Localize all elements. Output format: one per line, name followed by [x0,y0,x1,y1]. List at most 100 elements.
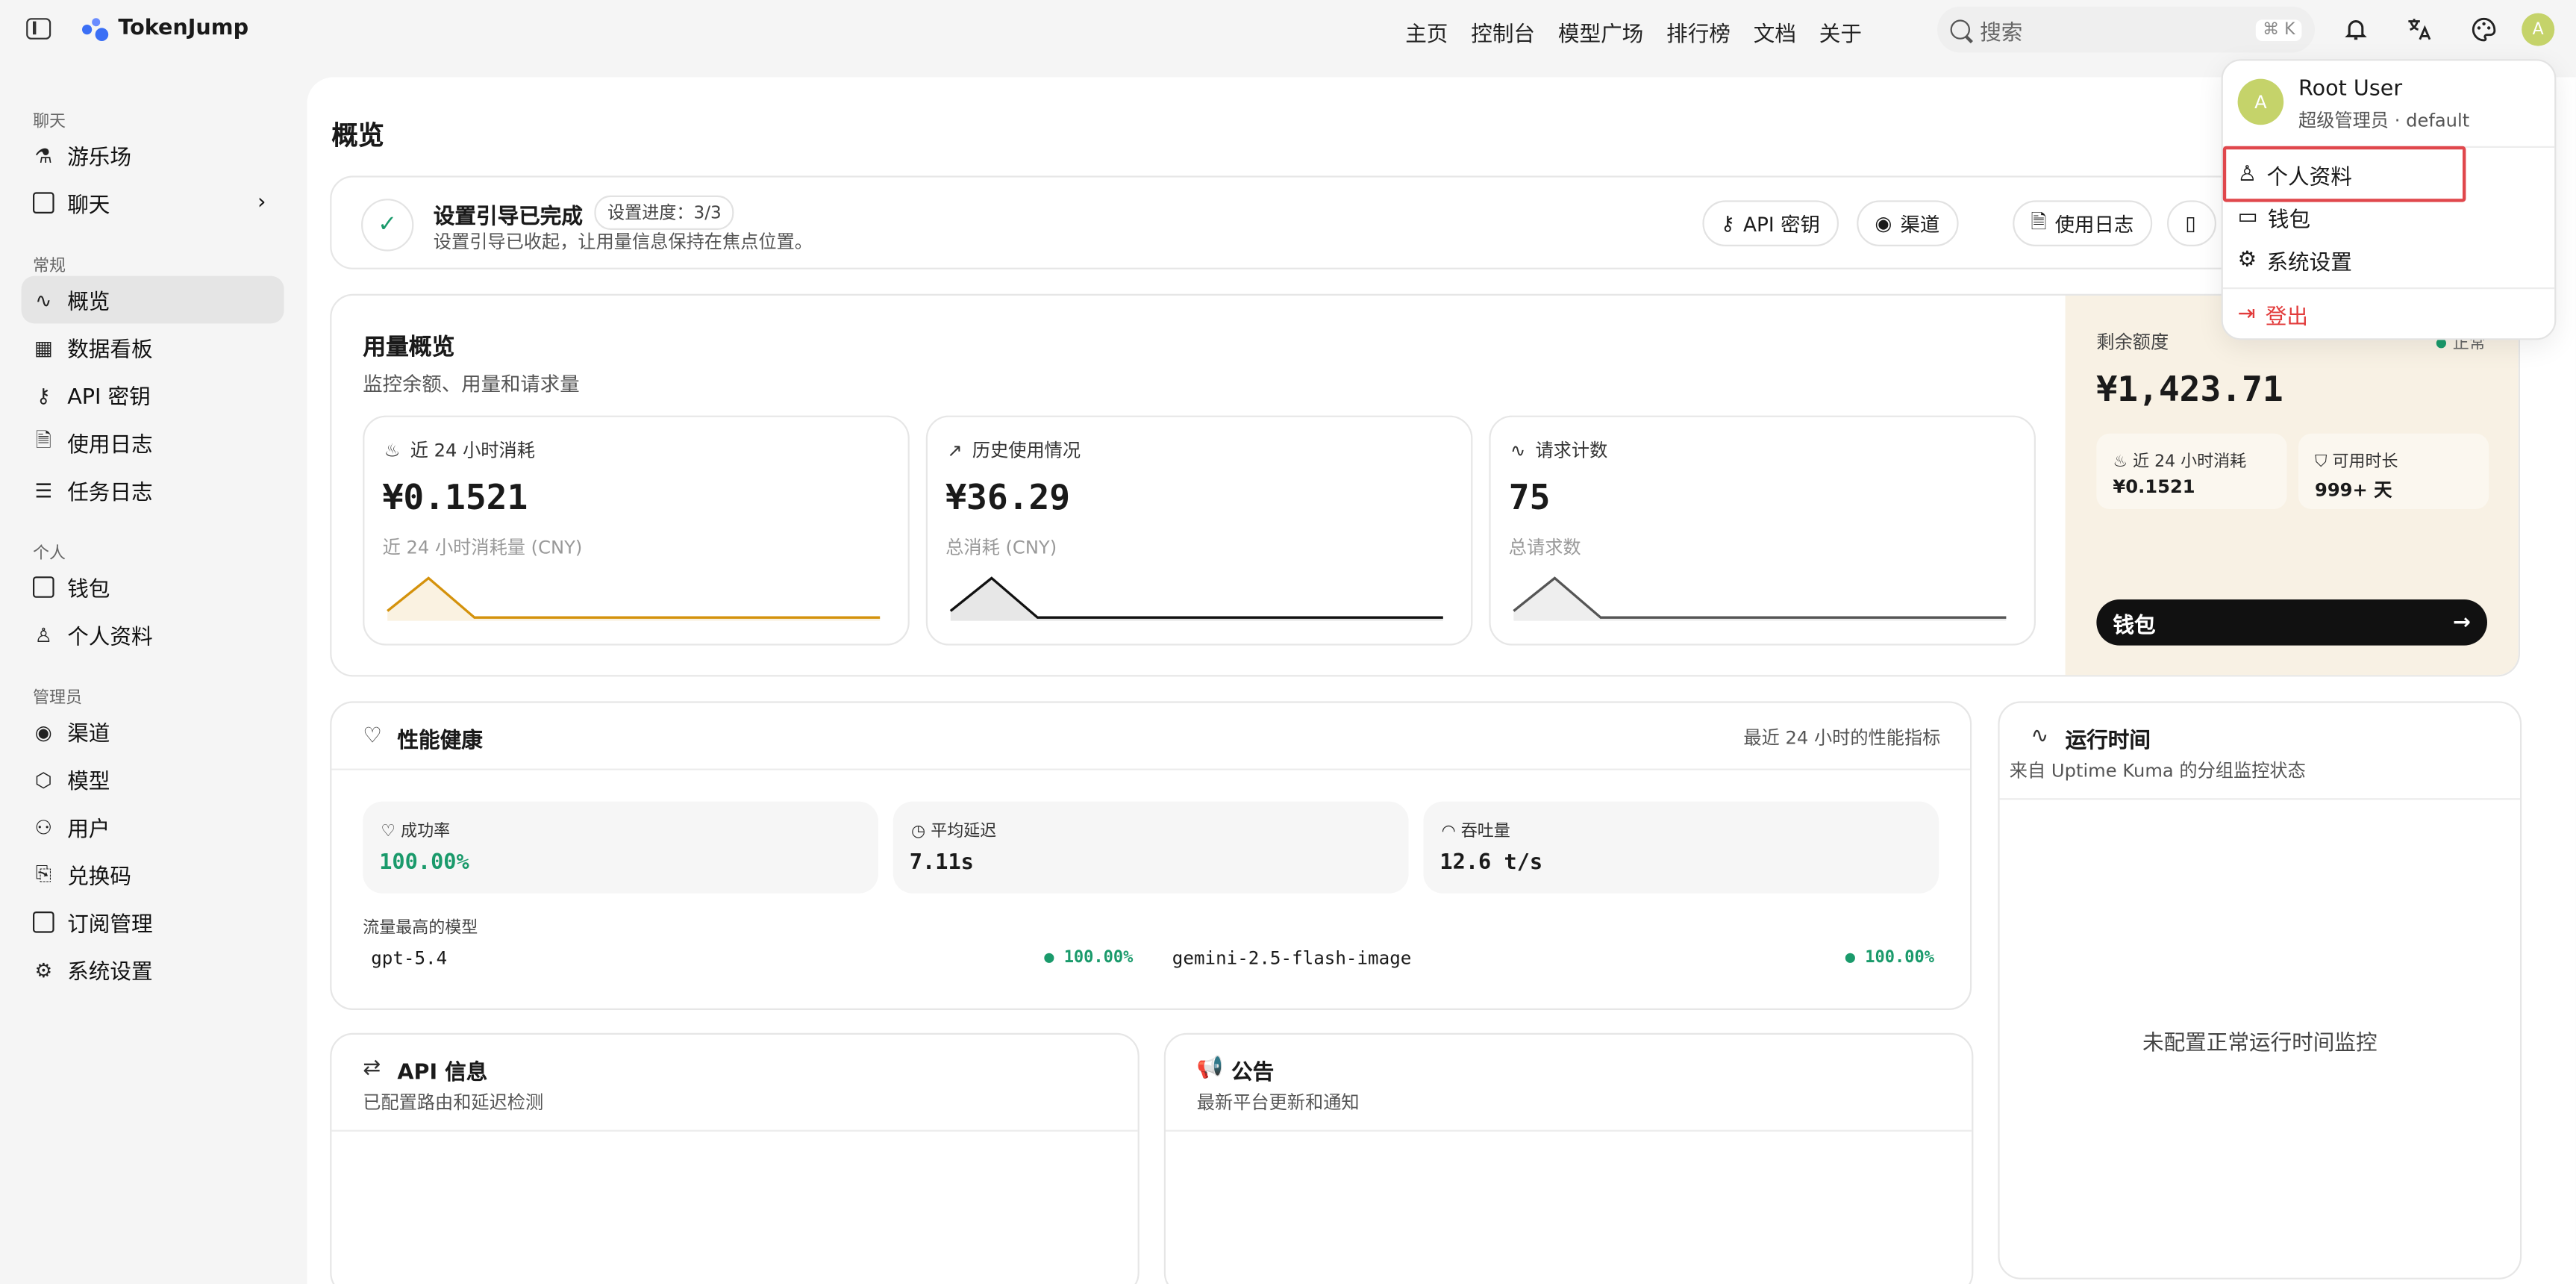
api-keys-shortcut-button[interactable]: ⚷ API 密钥 [1702,200,1839,246]
activity-icon: ∿ [35,288,52,311]
page-title: 概览 [331,119,384,152]
bell-icon[interactable] [2341,15,2371,45]
wallet-icon: ▭ [2237,204,2258,229]
sidebar-item-subscriptions[interactable]: 订阅管理 [0,898,305,946]
balance-panel: 剩余额度 正常 ¥1,423.71 ♨ 近 24 小时消耗 ¥0.1521 ⛉ … [2065,296,2519,676]
app-logo[interactable]: TokenJump [82,15,248,41]
mini-value: 999+ 天 [2315,479,2392,501]
shield-icon: ⛉ [2315,453,2333,472]
usage-log-shortcut-button[interactable]: 🗎 使用日志 [2013,200,2152,246]
perf-label: 成功率 [401,823,451,841]
perf-latency: ◷ 平均延迟 7.11s [892,801,1409,894]
sidebar-item-users[interactable]: ⚇ 用户 [0,803,305,851]
docs-shortcut-button[interactable]: ▯ [2167,200,2216,246]
menu-item-system-settings[interactable]: ⚙ 系统设置 [2238,241,2352,277]
sidebar-item-label: API 密钥 [67,386,151,411]
perf-success-rate: ♡ 成功率 100.00% [363,801,878,894]
cube-icon: ⬡ [34,767,52,791]
uptime-subtitle: 来自 Uptime Kuma 的分组监控状态 [2009,760,2306,782]
metric-subtitle: 总请求数 [1508,537,1581,558]
menu-item-label: 钱包 [2267,208,2311,233]
channels-shortcut-button[interactable]: ◉ 渠道 [1857,200,1958,246]
heart-icon: ♡ [381,823,401,841]
sidebar-item-profile[interactable]: ♙ 个人资料 [0,611,305,658]
balance-value: ¥1,423.71 [2096,370,2283,409]
perf-throughput: ◠ 吞吐量 12.6 t/s [1423,801,1939,894]
sidebar-item-label: 任务日志 [67,481,153,506]
sidebar-item-overview[interactable]: ∿ 概览 [21,275,284,324]
menu-item-wallet[interactable]: ▭ 钱包 [2238,199,2310,234]
metric-24h-spend: ♨ 近 24 小时消耗 ¥0.1521 近 24 小时消耗量 (CNY) [363,415,910,646]
sidebar-item-task-log[interactable]: ☰ 任务日志 [0,467,305,514]
wallet-button[interactable]: 钱包 → [2096,599,2487,646]
top-bar: TokenJump 主页 控制台 模型广场 排行榜 文档 关于 搜索 ⌘ K A [0,0,2576,59]
ticket-icon: ⎘ [35,862,51,885]
file-icon: 🗎 [2031,209,2047,233]
perf-label: 吞吐量 [1460,823,1510,841]
mini-label: 可用时长 [2332,453,2398,472]
sidebar-item-api-keys[interactable]: ⚷ API 密钥 [0,371,305,419]
sidebar-toggle-icon[interactable] [26,18,51,40]
api-info-card: ⇄ API 信息 已配置路由和延迟检测 [330,1032,1139,1284]
api-info-title: API 信息 [397,1061,488,1086]
setup-progress-badge: 设置进度：3/3 [594,195,735,230]
sidebar-item-redeem-codes[interactable]: ⎘ 兑换码 [0,851,305,899]
translate-icon[interactable] [2405,15,2435,45]
sidebar-item-system-settings[interactable]: ⚙ 系统设置 [0,946,305,994]
perf-value: 100.00% [379,850,469,876]
nav-ranking[interactable]: 排行榜 [1666,16,1731,48]
radio-icon: ◉ [1875,211,1892,235]
sidebar-item-label: 兑换码 [67,865,132,891]
logout-icon: ⇥ [2237,301,2256,326]
sidebar-item-wallet[interactable]: 钱包 [0,564,305,611]
search-input[interactable]: 搜索 ⌘ K [1937,6,2315,53]
mini-available-time: ⛉ 可用时长 999+ 天 [2298,433,2489,509]
perf-value: 7.11s [909,850,974,876]
nav-docs[interactable]: 文档 [1754,16,1796,48]
sparkline-history [949,576,1443,621]
metric-subtitle: 总消耗 (CNY) [945,537,1057,558]
sidebar-section-personal: 个人 [33,545,66,564]
sidebar-item-dashboard[interactable]: ▦ 数据看板 [0,323,305,371]
sparkline-24h [387,576,881,621]
users-icon: ⚇ [34,815,53,839]
timer-icon: ◷ [911,823,931,841]
performance-title: 性能健康 [397,729,483,754]
activity-icon: ∿ [2031,724,2049,749]
menu-item-logout[interactable]: ⇥ 登出 [2238,296,2308,331]
nav-about[interactable]: 关于 [1819,16,1862,48]
sidebar-item-label: 用户 [67,817,110,843]
nav-models[interactable]: 模型广场 [1558,16,1643,48]
performance-period: 最近 24 小时的性能指标 [1743,727,1941,749]
metric-history: ↗ 历史使用情况 ¥36.29 总消耗 (CNY) [925,415,1473,646]
nav-console[interactable]: 控制台 [1471,16,1535,48]
sidebar-item-playground[interactable]: ⚗ 游乐场 [0,131,305,179]
nav-home[interactable]: 主页 [1405,16,1448,48]
grid-icon: ▦ [34,335,53,359]
flask-icon: ⚗ [34,143,53,167]
metric-subtitle: 近 24 小时消耗量 (CNY) [382,537,583,558]
sidebar-item-label: 系统设置 [67,961,153,985]
sidebar-item-label: 数据看板 [67,338,153,364]
wallet-icon [33,576,54,598]
sidebar-item-label: 概览 [67,290,110,316]
uptime-card: ∿ 运行时间 来自 Uptime Kuma 的分组监控状态 未配置正常运行时间监… [1998,701,2522,1280]
route-icon: ⇄ [363,1056,381,1081]
sidebar-item-label: 订阅管理 [67,913,153,938]
palette-icon[interactable] [2469,15,2499,45]
sidebar-item-label: 钱包 [67,578,110,603]
api-info-subtitle: 已配置路由和延迟检测 [363,1092,544,1114]
mini-value: ¥0.1521 [2113,476,2195,498]
sidebar-item-label: 使用日志 [67,433,153,458]
avatar[interactable]: A [2522,13,2555,46]
chevron-right-icon: › [257,190,266,216]
user-icon: ♙ [34,623,53,646]
sidebar-item-chat[interactable]: 聊天 › [0,179,305,227]
sidebar-item-channels[interactable]: ◉ 渠道 [0,708,305,755]
mini-24h-spend: ♨ 近 24 小时消耗 ¥0.1521 [2096,433,2287,509]
announcement-title: 公告 [1231,1061,1275,1086]
announcement-subtitle: 最新平台更新和通知 [1196,1092,1360,1114]
sidebar-item-usage-log[interactable]: 🗎 使用日志 [0,419,305,467]
search-icon [1950,19,1970,40]
sidebar-item-models[interactable]: ⬡ 模型 [0,755,305,803]
